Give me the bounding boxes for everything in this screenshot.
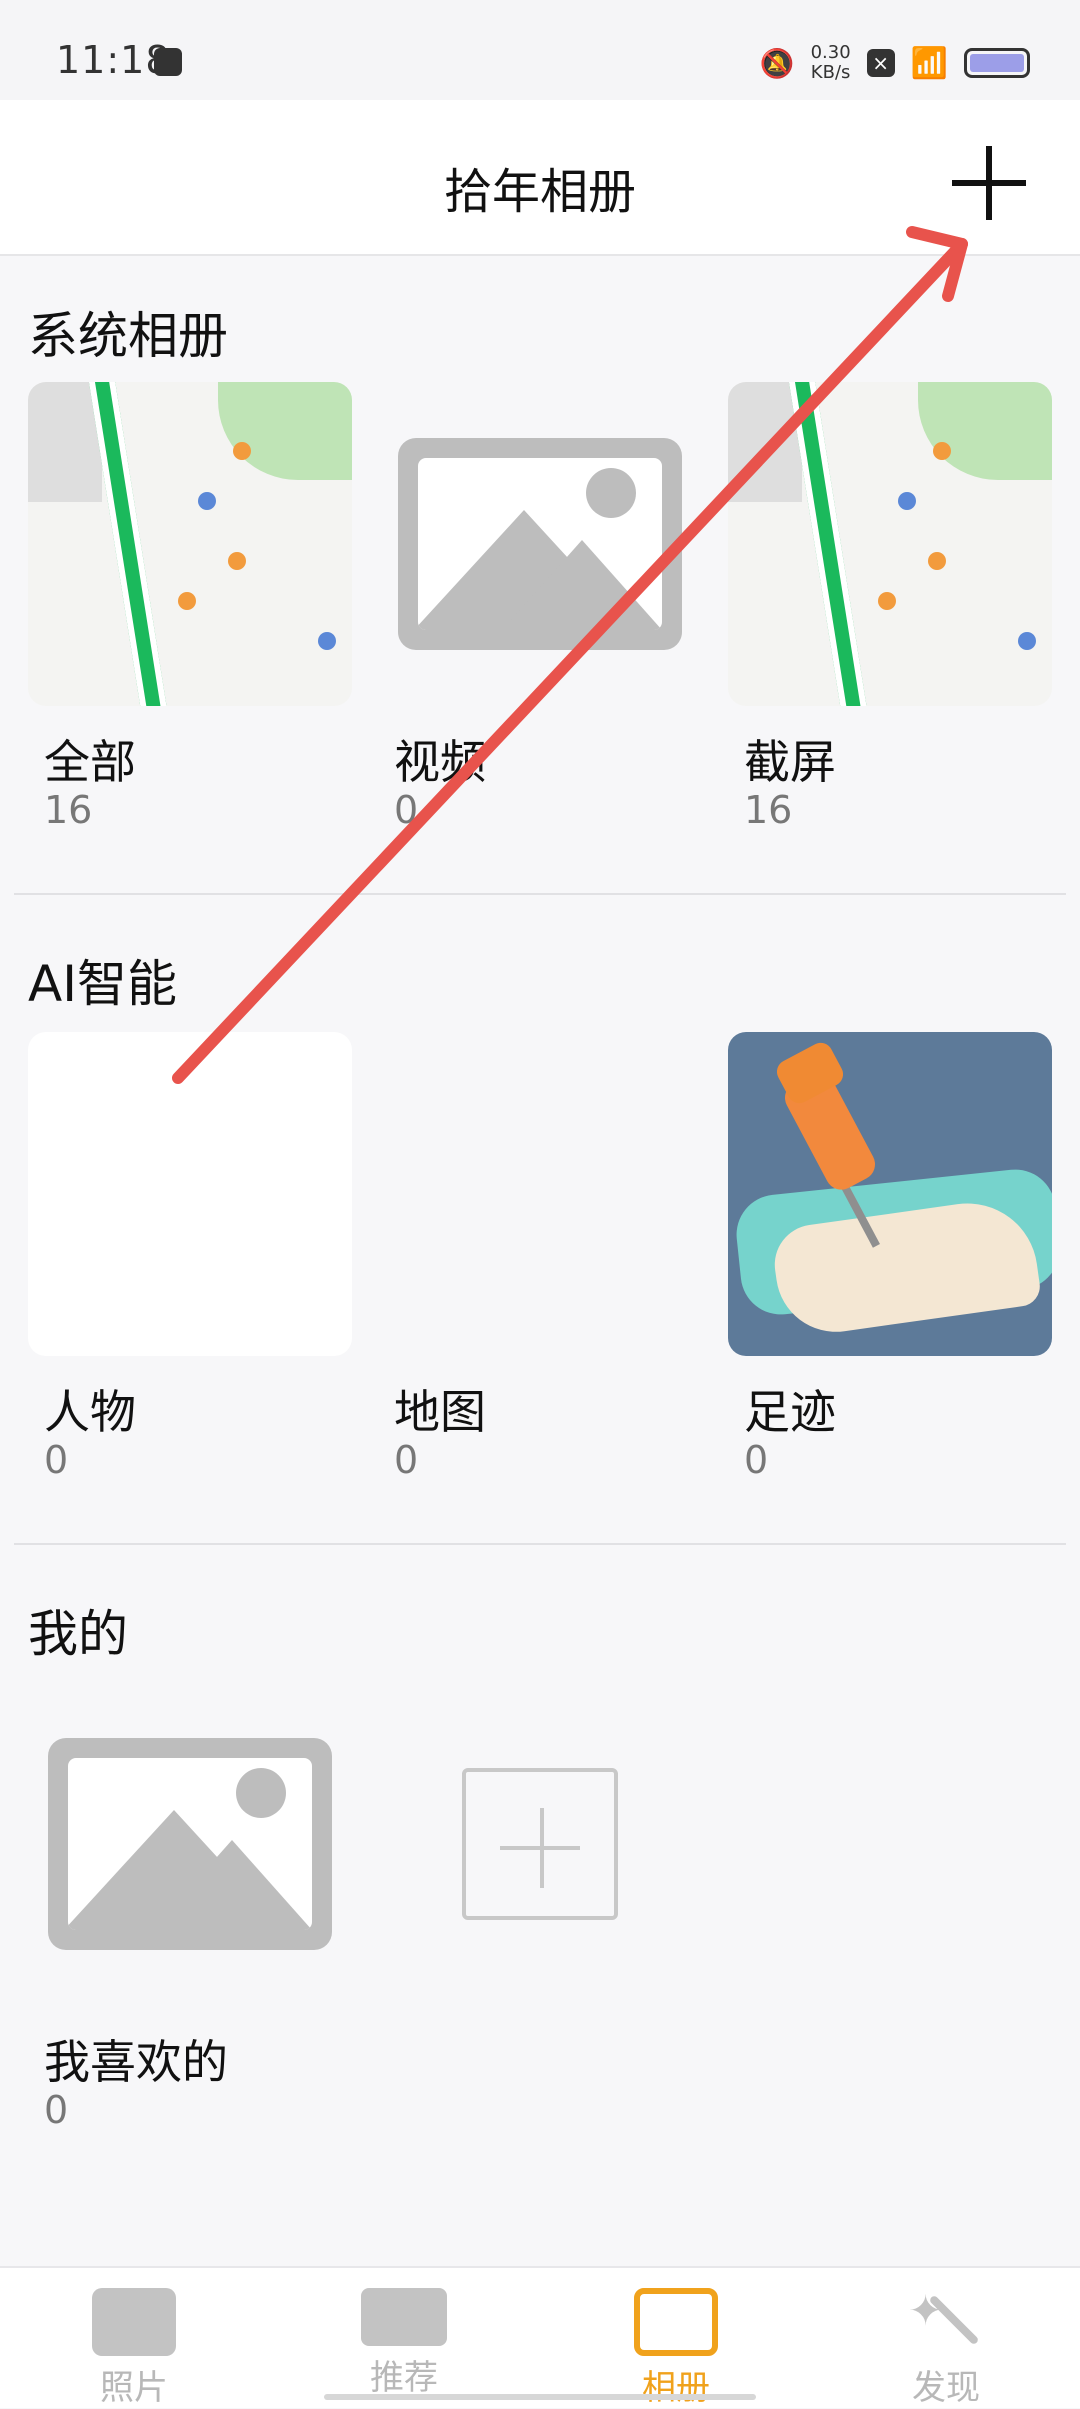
tab-photos[interactable]: 照片 <box>44 2288 224 2409</box>
album-label-screenshot: 截屏 <box>744 735 836 789</box>
map-poi <box>228 552 246 570</box>
section-divider <box>14 1543 1066 1545</box>
album-thumb-favorites[interactable] <box>48 1738 332 1950</box>
image-mountain-icon <box>502 540 662 630</box>
map-poi <box>198 492 216 510</box>
clapperboard-icon <box>361 2288 447 2346</box>
album-thumb-screenshot[interactable] <box>728 382 1052 706</box>
photo-icon <box>92 2288 176 2356</box>
image-mountain-icon <box>152 1840 312 1930</box>
image-placeholder-icon <box>398 438 682 650</box>
tab-recommend-label: 推荐 <box>370 2358 438 2398</box>
map-road <box>786 382 872 706</box>
add-album-button[interactable] <box>948 142 1032 226</box>
close-icon: × <box>866 49 895 77</box>
image-placeholder-bg <box>418 458 662 630</box>
status-bar: 11:18 🔕 0.30 KB/s × 📶 <box>0 0 1080 100</box>
folder-icon <box>634 2288 718 2356</box>
wifi-icon: 📶 <box>910 45 948 81</box>
album-count-all: 16 <box>44 788 93 832</box>
album-label-people: 人物 <box>44 1385 136 1439</box>
section-title-system: 系统相册 <box>28 307 228 365</box>
tab-photos-label: 照片 <box>100 2368 168 2408</box>
album-count-video: 0 <box>394 788 419 832</box>
map-poi <box>933 442 951 460</box>
album-label-footprint: 足迹 <box>744 1385 836 1439</box>
album-label-map: 地图 <box>394 1385 486 1439</box>
album-label-favorites: 我喜欢的 <box>44 2035 228 2089</box>
network-rate-value: 0.30 <box>810 42 851 63</box>
message-icon <box>154 48 182 76</box>
magic-wand-icon <box>904 2286 988 2356</box>
album-count-screenshot: 16 <box>744 788 793 832</box>
app-header: 拾年相册 <box>0 100 1080 256</box>
album-label-all: 全部 <box>44 735 136 789</box>
page-title: 拾年相册 <box>443 164 636 220</box>
map-poi <box>898 492 916 510</box>
album-thumb-all[interactable] <box>28 382 352 706</box>
tab-albums[interactable]: 相册 <box>586 2288 766 2409</box>
album-count-people: 0 <box>44 1438 69 1482</box>
map-green-area <box>218 382 352 480</box>
tab-discover[interactable]: 发现 <box>856 2286 1036 2409</box>
map-green-area <box>918 382 1052 480</box>
battery-level <box>970 54 1024 72</box>
map-poi <box>233 442 251 460</box>
map-road <box>86 382 172 706</box>
home-indicator[interactable] <box>324 2394 756 2400</box>
status-right-icons: 🔕 0.30 KB/s × 📶 <box>760 40 1030 86</box>
album-label-video: 视频 <box>394 735 486 789</box>
map-poi <box>928 552 946 570</box>
album-count-footprint: 0 <box>744 1438 769 1482</box>
create-album-button[interactable] <box>462 1768 618 1920</box>
tab-recommend[interactable]: 推荐 <box>314 2288 494 2399</box>
album-count-map: 0 <box>394 1438 419 1482</box>
map-poi <box>1018 632 1036 650</box>
network-rate: 0.30 KB/s <box>811 43 851 83</box>
mute-icon: 🔕 <box>759 46 795 80</box>
album-thumb-video[interactable] <box>378 382 702 706</box>
album-thumb-people[interactable] <box>28 1032 352 1356</box>
image-placeholder-bg <box>68 1758 312 1930</box>
network-rate-unit: KB/s <box>810 62 851 83</box>
map-poi <box>318 632 336 650</box>
tab-albums-label: 相册 <box>642 2368 710 2408</box>
section-title-mine: 我的 <box>28 1605 128 1663</box>
tab-discover-label: 发现 <box>912 2368 980 2408</box>
map-poi <box>878 592 896 610</box>
battery-icon <box>964 48 1030 78</box>
section-divider <box>14 893 1066 895</box>
bottom-tab-bar: 照片 推荐 相册 发现 <box>0 2266 1080 2408</box>
map-poi <box>178 592 196 610</box>
album-thumb-footprint[interactable] <box>728 1032 1052 1356</box>
album-count-favorites: 0 <box>44 2088 69 2132</box>
section-title-ai: AI智能 <box>28 955 177 1013</box>
